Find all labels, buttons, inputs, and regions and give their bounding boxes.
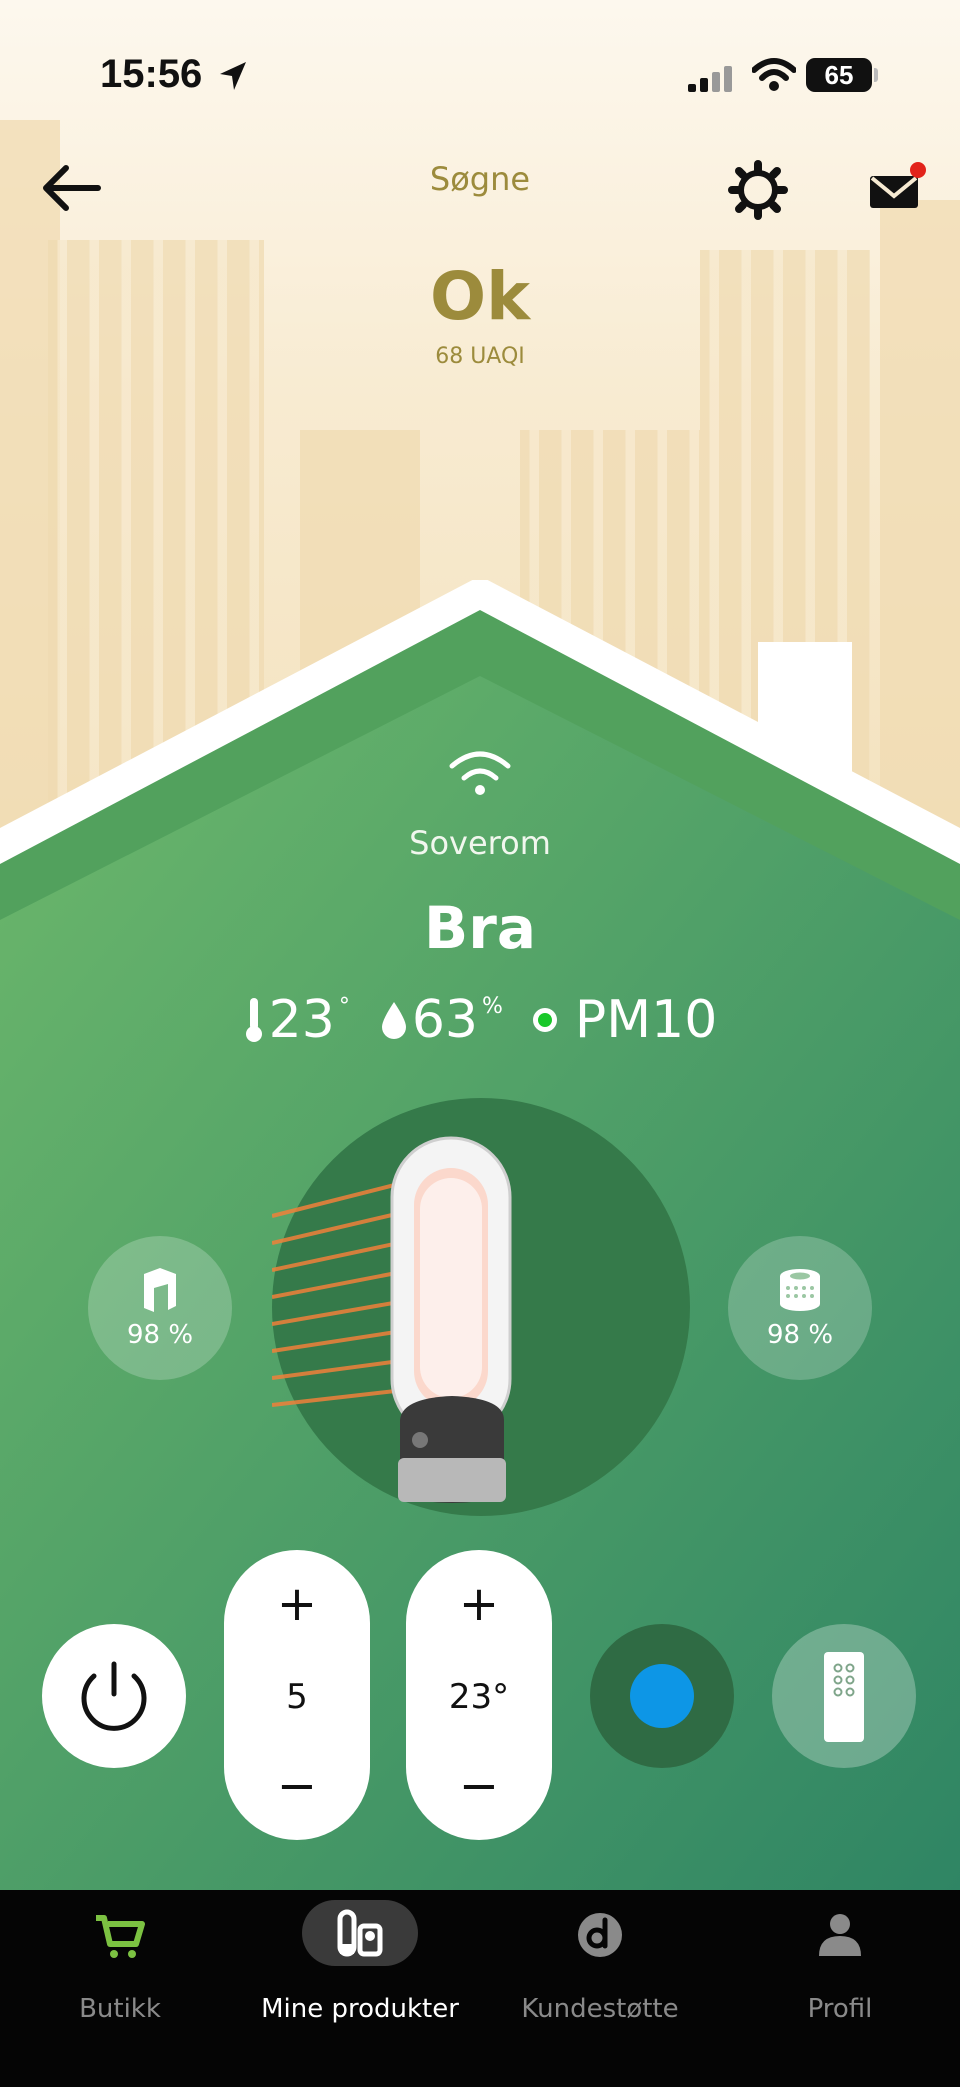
location-title[interactable]: Søgne [0,160,960,198]
wifi-status-icon [752,58,796,91]
device-visual[interactable] [272,1098,690,1516]
power-icon [81,1661,147,1731]
pollutant-status-dot [532,1008,557,1032]
target-temperature-value: 23° [448,1677,510,1717]
degree-sign: ° [338,993,350,1019]
tab-label: Mine produkter [261,1994,459,2024]
remote-control-button[interactable] [772,1624,916,1768]
temperature-control: + 23° − [406,1550,552,1840]
temperature-increase-button[interactable]: + [406,1574,552,1634]
support-icon [578,1913,622,1957]
settings-button[interactable] [728,160,788,220]
filter-cylinder-icon [780,1269,820,1311]
status-bar: 15:56 65 [0,0,960,150]
fan-speed-increase-button[interactable]: + [224,1574,370,1634]
tab-kundestotte[interactable]: Kundestøtte [510,1890,690,2030]
outdoor-air-status[interactable]: Ok [0,258,960,335]
temperature-value: 23 [268,990,335,1050]
power-button[interactable] [42,1624,186,1768]
pollutant-name: PM10 [574,990,718,1050]
temperature-decrease-button[interactable]: − [406,1756,552,1816]
tab-profil[interactable]: Profil [760,1890,920,2030]
room-name: Soverom [409,824,551,862]
tab-butikk[interactable]: Butikk [40,1890,200,2030]
hepa-filter-status[interactable]: 98 % [728,1236,872,1380]
temperature-metric: 23 ° [243,990,350,1050]
battery-indicator: 65 [806,58,872,92]
battery-tip [874,68,878,82]
water-drop-icon [381,1002,406,1039]
heat-cool-mode-button[interactable] [590,1624,734,1768]
products-icon [337,1909,383,1957]
fan-speed-value: 5 [286,1677,308,1717]
pollutant-metric: PM10 [532,990,718,1050]
tab-label: Profil [807,1994,873,2024]
status-time: 15:56 [100,52,203,96]
cart-icon [96,1915,145,1958]
percent-sign: % [482,993,503,1019]
carbon-filter-status[interactable]: 98 % [88,1236,232,1380]
hepa-filter-percent: 98 % [766,1320,834,1350]
gear-icon [728,160,788,220]
fan-speed-control: + 5 − [224,1550,370,1840]
tab-label: Kundestøtte [521,1994,679,2024]
room-metrics: 23 ° 63% PM10 [0,990,960,1050]
indoor-air-status[interactable]: Bra [0,894,960,962]
tab-label: Butikk [79,1994,161,2024]
cooling-mode-dot [630,1664,694,1728]
notification-badge [910,162,926,178]
purifier-heater-image [272,1136,512,1503]
profile-icon [819,1914,861,1956]
bottom-tab-bar: Butikk Mine produkter Kundestøtte Profil [0,1890,960,2087]
fan-speed-decrease-button[interactable]: − [224,1756,370,1816]
thermometer-icon [245,998,262,1042]
location-arrow-icon [220,62,246,90]
outdoor-air-index: 68 UAQI [435,344,525,369]
humidity-value: 63 [411,990,479,1050]
cellular-signal-icon [688,66,732,92]
humidity-metric: 63% [380,990,503,1050]
carbon-filter-percent: 98 % [126,1320,194,1350]
device-wifi-icon [449,751,511,795]
filter-panel-icon [144,1268,176,1312]
tab-mine-produkter[interactable]: Mine produkter [250,1890,470,2030]
remote-icon [824,1652,864,1742]
